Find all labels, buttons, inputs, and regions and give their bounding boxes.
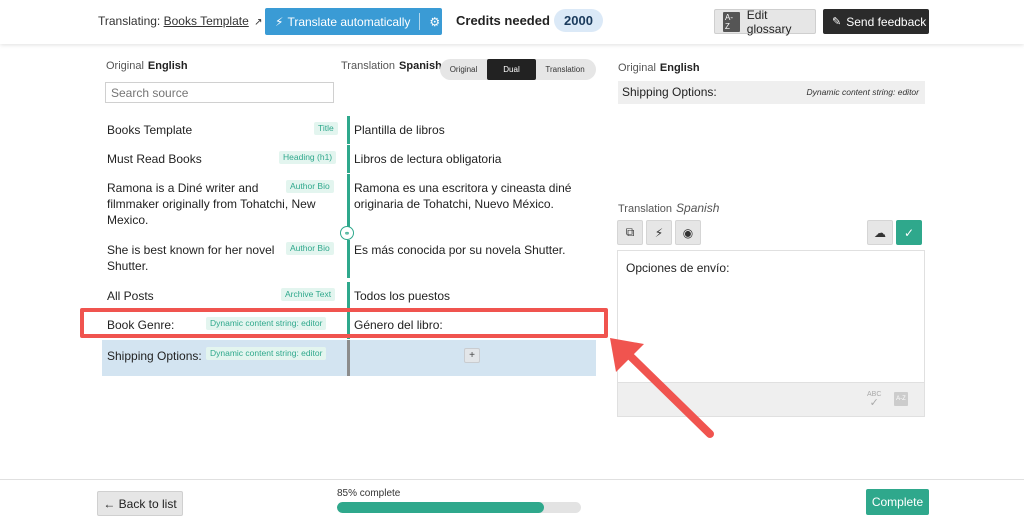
edit-glossary-button[interactable]: A-Z Edit glossary: [714, 7, 816, 36]
editor-text[interactable]: Opciones de envío:: [626, 261, 729, 275]
search-source-input[interactable]: [105, 82, 334, 103]
check-icon: ✓: [903, 225, 915, 240]
document-link[interactable]: Books Template: [164, 14, 249, 28]
copy-source-button[interactable]: ⧉: [617, 220, 643, 245]
target-text-line: Ramona es una escritora y cineasta diné: [354, 181, 572, 195]
copy-icon: ⧉: [625, 225, 635, 239]
gear-icon[interactable]: ⚙: [429, 15, 440, 29]
source-text-line: Mexico.: [107, 213, 149, 227]
source-column-label: Original: [106, 60, 144, 72]
lightning-icon: ⚡: [654, 225, 664, 240]
string-type-tag: Title: [314, 122, 338, 135]
glossary-icon: A-Z: [723, 11, 740, 32]
table-row[interactable]: Books Template Title Plantilla de libros: [102, 116, 596, 144]
panel-original-header: Original English: [618, 62, 700, 74]
button-separator: [419, 13, 421, 30]
target-text[interactable]: Ramona es una escritora y cineasta diné …: [354, 180, 571, 212]
credits-badge: 2000: [554, 9, 603, 32]
translating-info: Translating: Books Template ↗: [98, 14, 263, 28]
target-column-header: Translation Spanish: [341, 60, 442, 72]
source-text: Books Template: [107, 123, 193, 137]
target-text[interactable]: Libros de lectura obligatoria: [354, 151, 501, 167]
source-language: English: [147, 60, 188, 72]
eye-slash-icon: ◉: [682, 225, 694, 240]
highlight-annotation: [80, 308, 608, 338]
progress-label: 85% complete: [337, 488, 401, 499]
pen-icon: ✎: [832, 16, 842, 28]
source-text: Must Read Books: [107, 152, 202, 166]
row-divider: [347, 116, 350, 144]
confirm-button[interactable]: ✓: [896, 220, 922, 245]
table-row[interactable]: All Posts Archive Text Todos los puestos: [102, 282, 596, 310]
panel-translation-label: Translation: [618, 203, 673, 215]
panel-translation-header: Translation Spanish: [618, 201, 719, 215]
source-text: Shipping Options:: [107, 349, 202, 363]
edit-glossary-label: Edit glossary: [746, 7, 792, 36]
panel-original-value: Shipping Options: Dynamic content string…: [618, 81, 925, 104]
panel-original-tag: Dynamic content string: editor: [806, 87, 919, 97]
glossary-icon[interactable]: A-Z: [894, 392, 908, 406]
table-row[interactable]: She is best known for her novel Shutter.…: [102, 240, 596, 278]
string-type-tag: Heading (h1): [279, 151, 337, 164]
cloud-save-button[interactable]: ☁: [867, 220, 893, 245]
auto-translate-button[interactable]: ⚡: [646, 220, 672, 245]
source-column-header: Original English: [106, 60, 188, 72]
view-option-original[interactable]: Original: [440, 59, 487, 80]
source-text: Ramona is a Diné writer and filmmaker or…: [107, 180, 316, 228]
send-feedback-label: Send feedback: [846, 14, 927, 29]
string-type-tag: Dynamic content string: editor: [206, 347, 327, 360]
complete-button[interactable]: Complete: [866, 489, 929, 515]
spellcheck-icon[interactable]: ABC ✓: [867, 391, 881, 409]
source-text-line: Ramona is a Diné writer and: [107, 181, 259, 195]
cloud-upload-icon: ☁: [874, 225, 886, 240]
send-feedback-button[interactable]: ✎ Send feedback: [823, 9, 929, 34]
top-toolbar: Translating: Books Template ↗ ⚡ Translat…: [0, 0, 1024, 44]
row-divider: [347, 174, 350, 234]
translating-label: Translating:: [98, 14, 161, 28]
credits-label: Credits needed: [456, 13, 550, 28]
preview-button[interactable]: ◉: [675, 220, 701, 245]
arrow-annotation: [610, 338, 714, 438]
target-language: Spanish: [399, 60, 442, 72]
source-text-line: Shutter.: [107, 259, 149, 273]
target-column-label: Translation: [341, 60, 396, 72]
table-row-selected[interactable]: Shipping Options: Dynamic content string…: [102, 340, 596, 376]
lightning-icon: ⚡: [275, 14, 284, 29]
link-icon[interactable]: ⚭: [340, 226, 354, 240]
panel-original-language: English: [659, 62, 700, 74]
row-divider: [347, 145, 350, 173]
source-text-line: filmmaker originally from Tohatchi, New: [107, 197, 316, 211]
table-row[interactable]: Must Read Books Heading (h1) Libros de l…: [102, 145, 596, 173]
back-to-list-button[interactable]: ← Back to list: [97, 491, 183, 516]
panel-original-text: Shipping Options:: [622, 85, 717, 99]
string-type-tag: Archive Text: [281, 288, 336, 301]
view-option-translation[interactable]: Translation: [536, 59, 594, 80]
source-text: All Posts: [107, 289, 154, 303]
source-text-line: She is best known for her novel: [107, 243, 275, 257]
progress-fill: [337, 502, 545, 513]
target-text[interactable]: Todos los puestos: [354, 288, 450, 304]
source-text: She is best known for her novel Shutter.: [107, 242, 274, 274]
external-link-icon[interactable]: ↗: [254, 17, 262, 28]
translate-button-label: Translate automatically: [287, 14, 411, 29]
translate-automatically-button[interactable]: ⚡ Translate automatically ⚙: [265, 8, 442, 35]
row-divider: [347, 240, 350, 278]
string-type-tag: Author Bio: [286, 180, 334, 193]
panel-original-label: Original: [618, 62, 656, 74]
add-translation-button[interactable]: +: [464, 348, 480, 363]
progress-bar: [337, 502, 581, 513]
panel-translation-language: Spanish: [676, 201, 720, 215]
string-type-tag: Author Bio: [286, 242, 334, 255]
target-text[interactable]: Plantilla de libros: [354, 122, 445, 138]
row-divider: [347, 282, 350, 310]
target-text[interactable]: Es más conocida por su novela Shutter.: [354, 242, 565, 258]
view-mode-toggle[interactable]: Original Dual Translation: [440, 59, 596, 80]
view-option-dual[interactable]: Dual: [487, 59, 536, 80]
row-divider: [347, 340, 350, 376]
table-row[interactable]: Ramona is a Diné writer and filmmaker or…: [102, 174, 596, 234]
target-text-line: originaria de Tohatchi, Nuevo México.: [354, 197, 554, 211]
